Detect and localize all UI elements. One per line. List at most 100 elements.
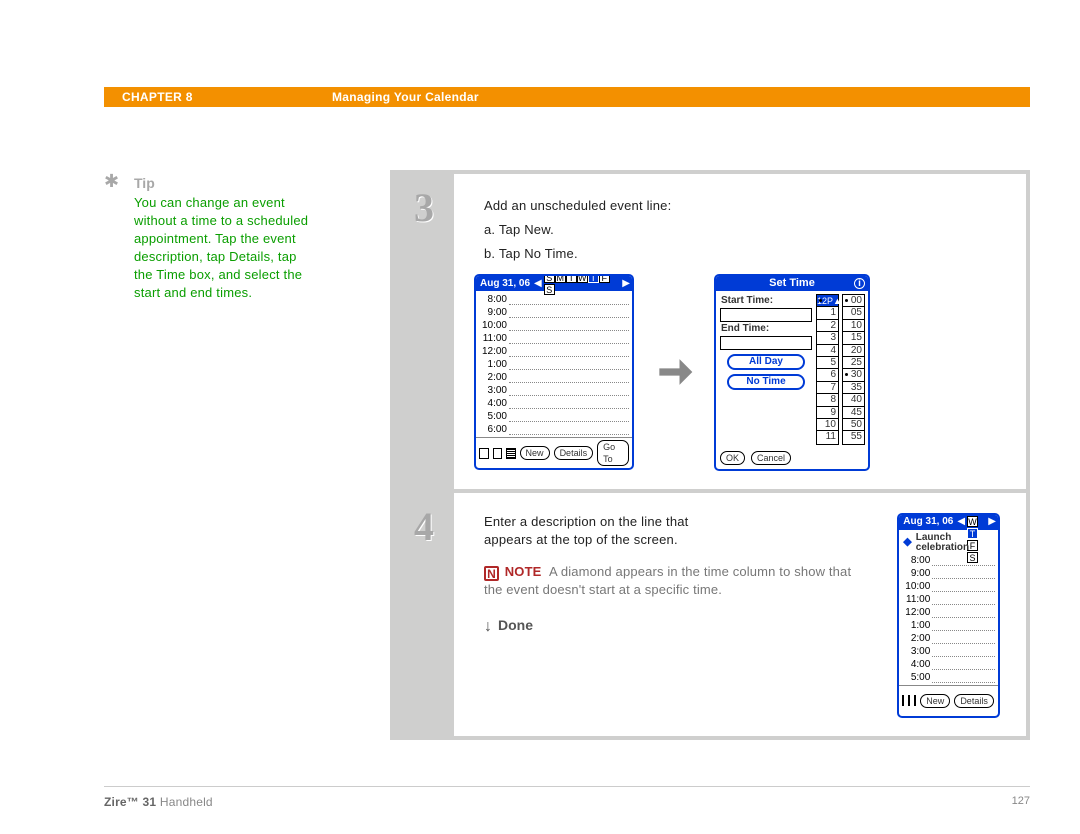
no-time-button: No Time <box>727 374 805 390</box>
day-m: M <box>555 274 566 283</box>
step-body: Enter a description on the line that app… <box>454 493 1026 736</box>
step3-text: Add an unscheduled event line: a. Tap Ne… <box>484 194 1000 266</box>
day-f: F <box>599 274 610 283</box>
time-row: 2:00 <box>902 631 995 644</box>
time-label: 11:00 <box>902 595 932 605</box>
time-label: 1:00 <box>902 621 932 631</box>
time-cell: 55 <box>843 431 864 443</box>
step-number-col: 4 <box>394 493 454 736</box>
calendar-empty-screenshot: Aug 31, 06 ◀ SMTWTFS ▶ 8:009:0010:0011:0… <box>474 274 634 470</box>
time-cell: 11 <box>817 431 838 443</box>
next-week-icon: ▶ <box>988 517 996 527</box>
view-week-icon <box>493 448 503 459</box>
view-week-icon <box>908 695 910 706</box>
time-row: 1:00 <box>479 357 629 370</box>
all-day-button: All Day <box>727 354 805 370</box>
new-button: New <box>920 694 950 708</box>
time-cell: 25 <box>843 357 864 369</box>
set-time-title: Set Time i <box>716 276 868 291</box>
step-number: 3 <box>394 184 454 231</box>
step-number: 4 <box>394 503 454 550</box>
time-row: 4:00 <box>902 657 995 670</box>
event-title: Launch celebration <box>916 533 995 553</box>
time-row: 10:00 <box>902 579 995 592</box>
tip-label: Tip <box>134 174 155 192</box>
time-cell: 9 <box>817 407 838 419</box>
footer-product: Zire™ 31 Handheld <box>104 795 213 809</box>
time-cell: 20 <box>843 345 864 357</box>
time-row: 11:00 <box>902 592 995 605</box>
note-block: N NOTE A diamond appears in the time col… <box>484 563 869 599</box>
step-body: Add an unscheduled event line: a. Tap Ne… <box>454 174 1026 489</box>
time-label: 11:00 <box>479 334 509 344</box>
time-cell: 6 <box>817 369 838 381</box>
time-cell: 10 <box>843 320 864 332</box>
tip-body: You can change an event without a time t… <box>134 194 314 302</box>
time-cell: 45 <box>843 407 864 419</box>
minutes-column: 000510152025303540455055 <box>842 294 865 445</box>
ok-button: OK <box>720 451 745 465</box>
chapter-number: CHAPTER 8 <box>122 90 193 104</box>
steps-container: 3 Add an unscheduled event line: a. Tap … <box>390 170 1030 740</box>
time-label: 8:00 <box>479 295 509 305</box>
done-row: ↓ Done <box>484 617 869 636</box>
time-row: 3:00 <box>902 644 995 657</box>
day-w: W <box>577 274 588 283</box>
time-row: 5:00 <box>479 409 629 422</box>
set-time-dialog: Set Time i Start Time: End Time: All Day… <box>714 274 870 471</box>
chapter-header: CHAPTER 8 Managing Your Calendar <box>104 87 1030 107</box>
time-label: 6:00 <box>479 425 509 435</box>
time-cell: 2 <box>817 320 838 332</box>
time-row: 12:00 <box>479 344 629 357</box>
view-month-icon <box>506 448 516 459</box>
time-row: 9:00 <box>902 566 995 579</box>
time-row: 4:00 <box>479 396 629 409</box>
step-4: 4 Enter a description on the line that a… <box>394 493 1026 736</box>
done-label: Done <box>498 617 533 633</box>
time-row: 12:00 <box>902 605 995 618</box>
step3-images: Aug 31, 06 ◀ SMTWTFS ▶ 8:009:0010:0011:0… <box>474 274 1000 471</box>
untimed-event: ◆ Launch celebration <box>903 533 995 553</box>
time-cell: 4 <box>817 345 838 357</box>
time-cell: 50 <box>843 419 864 431</box>
day-s: S <box>544 274 555 283</box>
time-label: 12:00 <box>902 608 932 618</box>
start-time-field <box>720 308 812 322</box>
time-label: 9:00 <box>902 569 932 579</box>
prev-week-icon: ◀ <box>534 279 542 289</box>
day-s: S <box>544 284 555 295</box>
day-w: W <box>967 516 978 527</box>
time-cell: 15 <box>843 332 864 344</box>
time-label: 10:00 <box>902 582 932 592</box>
step3-sub-a: a. Tap New. <box>484 218 1000 242</box>
footer-rule <box>104 786 1030 787</box>
time-label: 3:00 <box>479 386 509 396</box>
time-label: 10:00 <box>479 321 509 331</box>
details-button: Details <box>554 446 594 460</box>
time-cell: 5 <box>817 357 838 369</box>
time-row: 1:00 <box>902 618 995 631</box>
day-t: T <box>566 274 577 283</box>
next-week-icon: ▶ <box>622 279 630 289</box>
down-arrow-icon: ↓ <box>484 618 492 635</box>
time-row: 5:00 <box>902 670 995 683</box>
time-label: 5:00 <box>479 412 509 422</box>
info-icon: i <box>854 278 865 289</box>
step4-text: Enter a description on the line that app… <box>484 513 719 549</box>
time-label: 5:00 <box>902 673 932 683</box>
view-month-icon <box>914 695 916 706</box>
time-cell: 05 <box>843 307 864 319</box>
time-cell: 30 <box>843 369 864 381</box>
time-label: 2:00 <box>479 373 509 383</box>
time-cell: 35 <box>843 382 864 394</box>
asterisk-icon: ✱ <box>104 172 119 190</box>
time-cell: 8 <box>817 394 838 406</box>
calendar-event-screenshot: Aug 31, 06 ◀ SMTWTFS ▶ ◆ Launch celebrat… <box>897 513 1000 718</box>
step3-heading: Add an unscheduled event line: <box>484 194 1000 218</box>
time-cell: 40 <box>843 394 864 406</box>
time-row: 3:00 <box>479 383 629 396</box>
time-cell: 00 <box>843 295 864 307</box>
prev-week-icon: ◀ <box>957 517 965 527</box>
goto-button: Go To <box>998 688 1000 714</box>
note-label: NOTE <box>505 564 542 579</box>
